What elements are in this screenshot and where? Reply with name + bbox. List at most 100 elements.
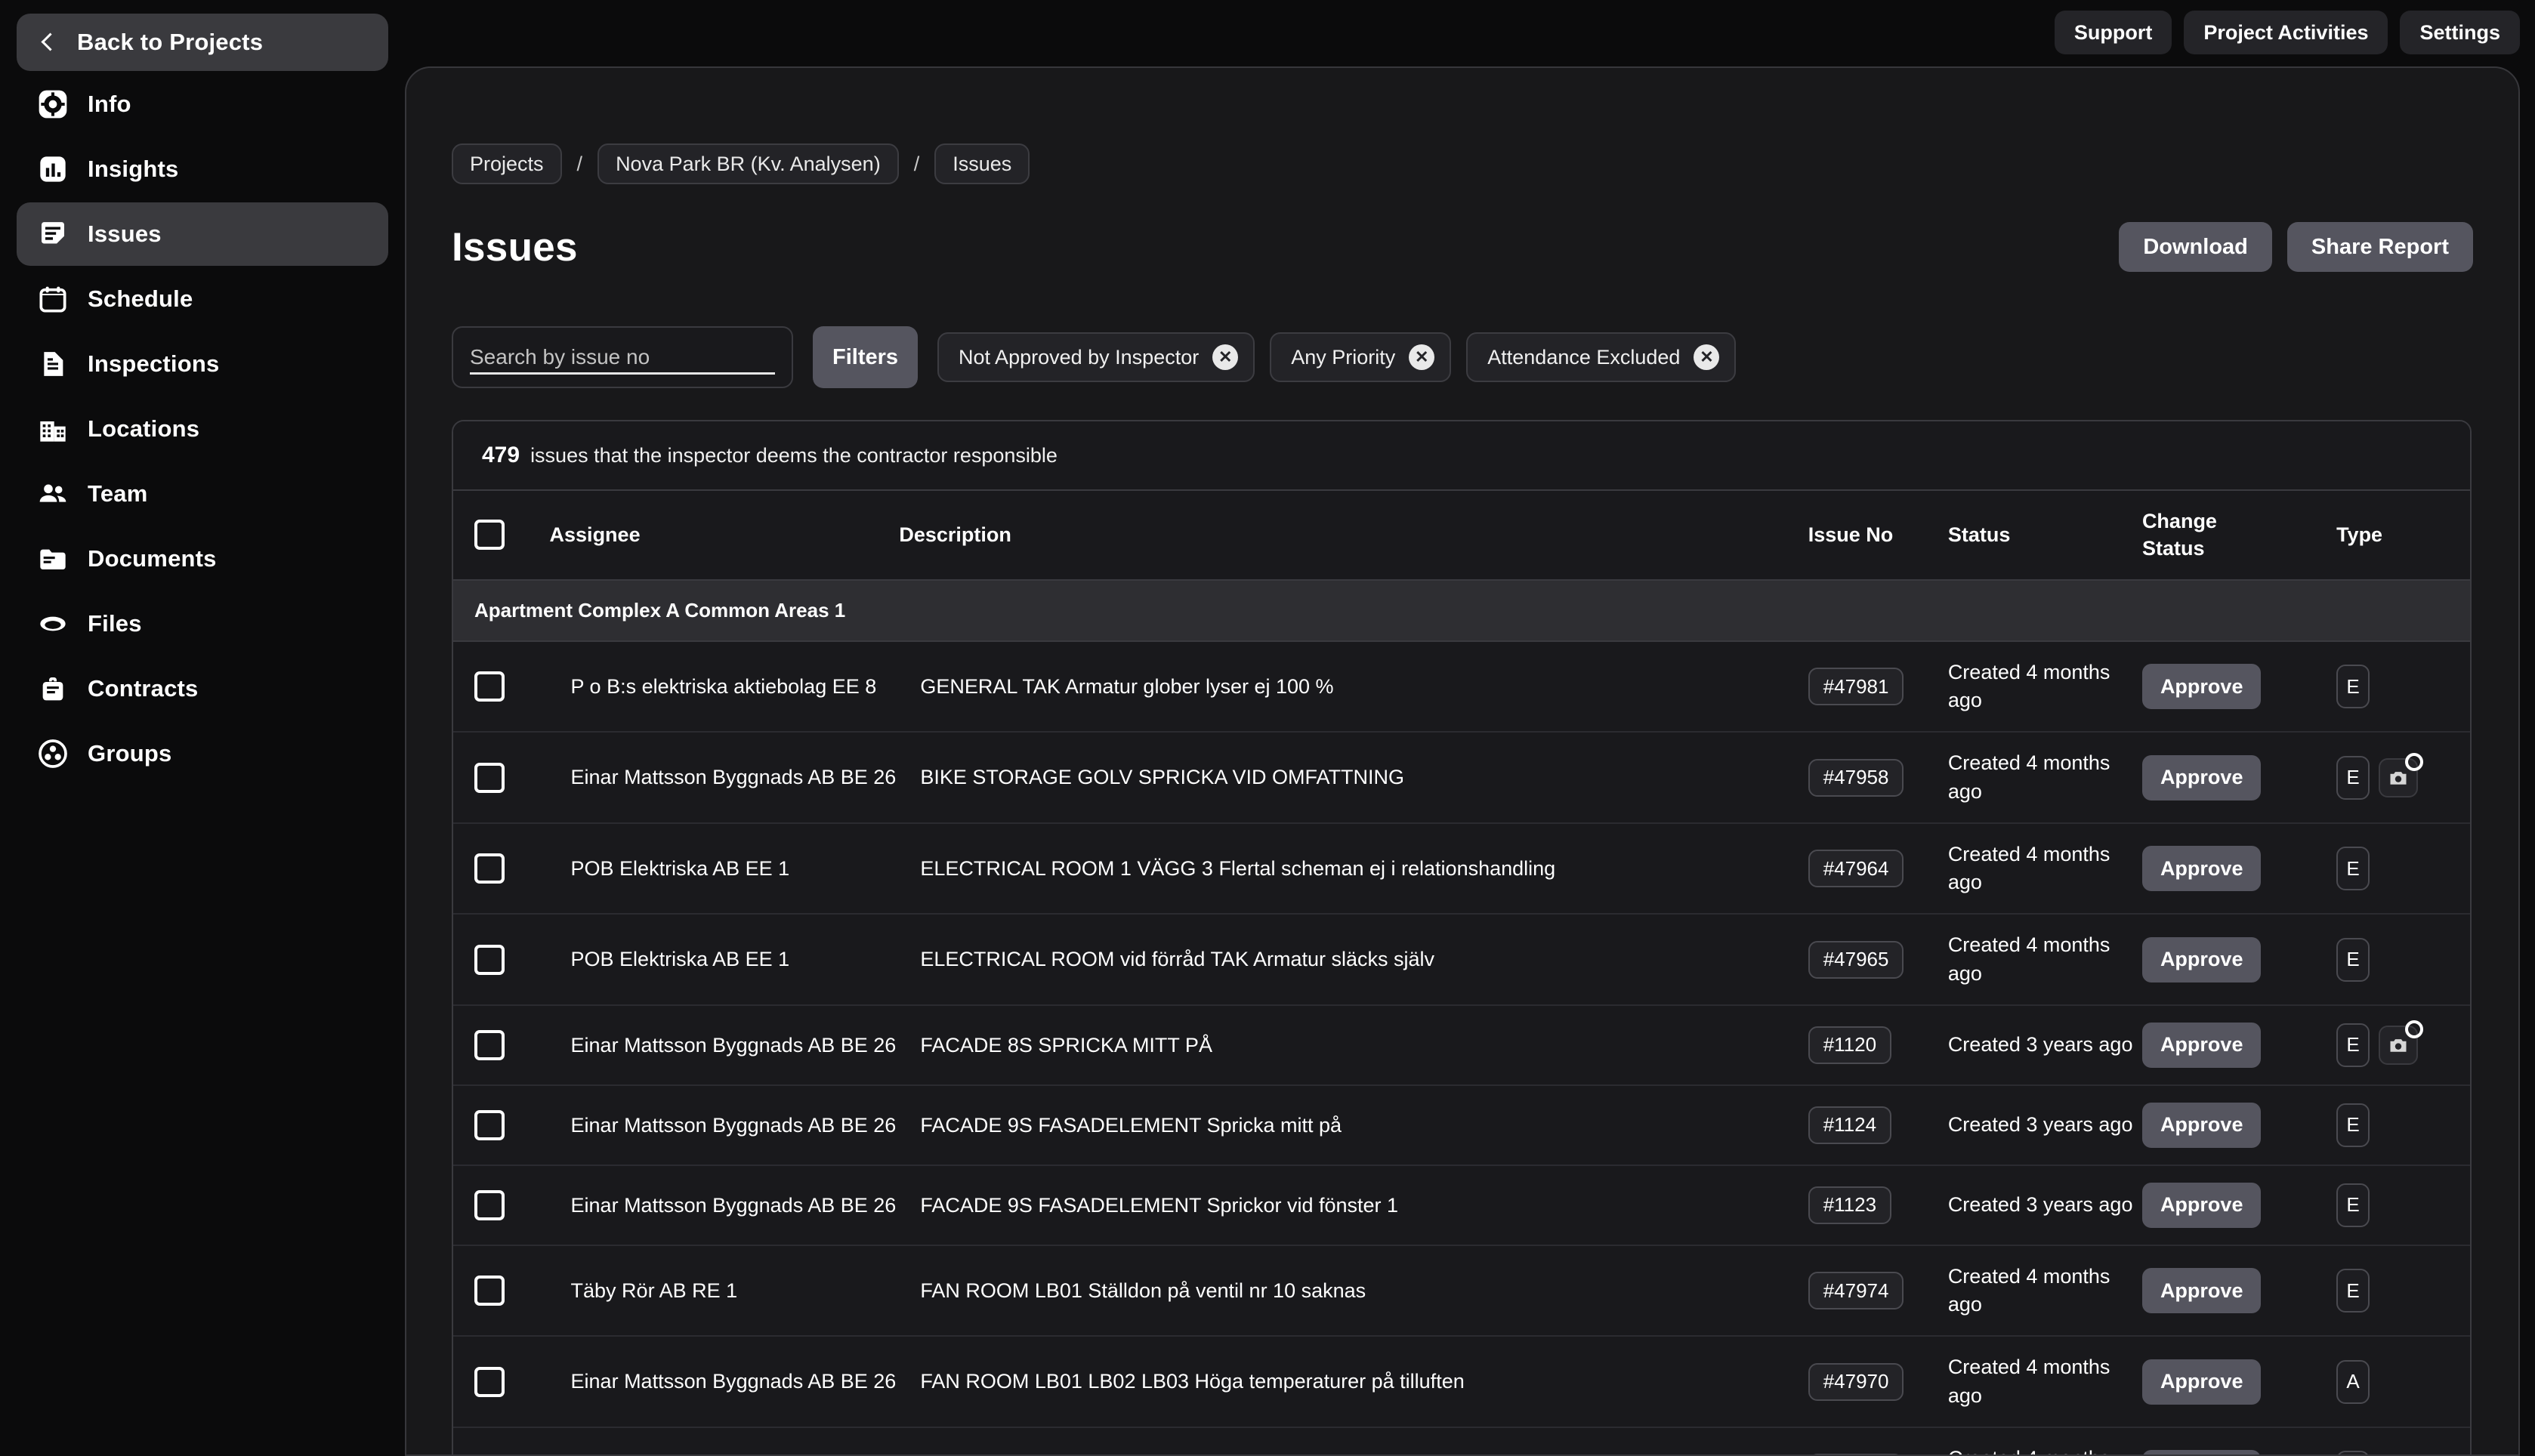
issues-table-card: 479 issues that the inspector deems the … xyxy=(452,420,2472,1456)
status-text: Created 3 years ago xyxy=(1948,1031,2142,1059)
row-checkbox[interactable] xyxy=(474,1110,505,1140)
cell-type: E xyxy=(2336,1245,2470,1337)
row-checkbox[interactable] xyxy=(474,763,505,793)
page-title: Issues xyxy=(452,224,578,270)
download-button[interactable]: Download xyxy=(2119,222,2272,272)
cell-issue-no: #47981 xyxy=(1808,641,1948,733)
settings-button[interactable]: Settings xyxy=(2400,11,2520,54)
row-checkbox[interactable] xyxy=(474,853,505,884)
table-row[interactable]: Einar Mattsson Byggnads AB BE 26FACADE 9… xyxy=(453,1165,2470,1245)
sidebar-item-contracts[interactable]: Contracts xyxy=(17,657,388,720)
share-report-button[interactable]: Share Report xyxy=(2287,222,2473,272)
column-header-issue-no[interactable]: Issue No xyxy=(1808,491,1948,580)
cell-status: Created 4 months ago xyxy=(1948,1245,2142,1337)
column-header-assignee[interactable]: Assignee xyxy=(550,491,900,580)
approve-button[interactable]: Approve xyxy=(2142,755,2262,800)
sidebar-item-insights[interactable]: Insights xyxy=(17,137,388,201)
approve-button[interactable]: Approve xyxy=(2142,846,2262,891)
type-badge: A xyxy=(2336,1360,2370,1404)
description-text: FAN ROOM LB01 Ställdon på ventil nr 10 s… xyxy=(920,1277,1808,1304)
row-checkbox[interactable] xyxy=(474,1367,505,1397)
filter-chip-remove-icon[interactable]: ✕ xyxy=(1409,344,1434,370)
cell-status: Created 4 months ago xyxy=(1948,641,2142,733)
approve-button[interactable]: Approve xyxy=(2142,1103,2262,1148)
group-header-label: Apartment Complex A Common Areas 1 xyxy=(453,580,2470,641)
table-row[interactable]: Einar Mattsson Byggnads AB BE 26FACADE 8… xyxy=(453,1005,2470,1085)
issue-no-badge[interactable]: #47964 xyxy=(1808,850,1904,887)
table-row[interactable]: Einar Mattsson Byggnads AB BE 26FACADE 9… xyxy=(453,1085,2470,1165)
issue-no-badge[interactable]: #1124 xyxy=(1808,1106,1891,1144)
approve-button[interactable]: Approve xyxy=(2142,1268,2262,1313)
camera-icon[interactable] xyxy=(2379,758,2418,797)
back-to-projects-button[interactable]: Back to Projects xyxy=(17,14,388,71)
filters-button[interactable]: Filters xyxy=(813,326,918,388)
cell-status: Created 3 years ago xyxy=(1948,1085,2142,1165)
camera-icon[interactable] xyxy=(2379,1026,2418,1065)
table-row[interactable]: Täby Rör AB RE 1FAN ROOM LB01 Ställdon p… xyxy=(453,1245,2470,1337)
table-row[interactable]: P o B:s elektriska aktiebolag EE 8 GENERA… xyxy=(453,641,2470,733)
filter-chip[interactable]: Not Approved by Inspector✕ xyxy=(937,332,1255,382)
sidebar-item-issues[interactable]: Issues xyxy=(17,202,388,266)
breadcrumb-item-projects[interactable]: Projects xyxy=(452,143,562,184)
table-row[interactable]: Einar Mattsson Byggnads AB BE 26FAN ROOM… xyxy=(453,1336,2470,1427)
cell-change-status: Approve xyxy=(2142,641,2336,733)
type-badge: E xyxy=(2336,1103,2370,1147)
table-body: Apartment Complex A Common Areas 1P o B:… xyxy=(453,580,2470,1456)
sidebar-item-info[interactable]: Info xyxy=(17,72,388,136)
select-all-checkbox[interactable] xyxy=(474,520,505,550)
page-header: Issues Download Share Report xyxy=(406,184,2518,272)
people-icon xyxy=(38,479,68,509)
type-badge: E xyxy=(2336,847,2370,890)
assignee-text: Einar Mattsson Byggnads AB BE 26 xyxy=(571,1031,900,1060)
issue-no-badge[interactable]: #47965 xyxy=(1808,941,1904,979)
cell-assignee: P o B:s elektriska aktiebolag EE 8 xyxy=(550,641,900,733)
table-row[interactable]: POB Elektriska AB EE 1ELECTRICAL ROOM vi… xyxy=(453,914,2470,1005)
issue-no-badge[interactable]: #47970 xyxy=(1808,1363,1904,1401)
breadcrumb-item-project[interactable]: Nova Park BR (Kv. Analysen) xyxy=(597,143,899,184)
approve-button[interactable]: Approve xyxy=(2142,1023,2262,1068)
column-header-status[interactable]: Status xyxy=(1948,491,2142,580)
approve-button[interactable]: Approve xyxy=(2142,937,2262,982)
sidebar-item-groups[interactable]: Groups xyxy=(17,722,388,785)
sidebar-item-locations[interactable]: Locations xyxy=(17,397,388,461)
row-checkbox[interactable] xyxy=(474,1190,505,1220)
cell-description: ELECTRICAL ROOM 1 VÄGG 3 Flertal scheman… xyxy=(899,823,1808,915)
support-button[interactable]: Support xyxy=(2055,11,2172,54)
search-input[interactable] xyxy=(470,345,775,369)
approve-button[interactable]: Approve xyxy=(2142,1359,2262,1405)
issue-no-badge[interactable]: #47958 xyxy=(1808,759,1904,797)
row-checkbox[interactable] xyxy=(474,945,505,975)
filter-chip[interactable]: Attendance Excluded✕ xyxy=(1466,332,1736,382)
column-header-type[interactable]: Type xyxy=(2336,491,2470,580)
sidebar-item-inspections[interactable]: Inspections xyxy=(17,332,388,396)
filter-chip[interactable]: Any Priority✕ xyxy=(1270,332,1451,382)
column-header-description[interactable]: Description xyxy=(899,491,1808,580)
approve-button[interactable]: Approve xyxy=(2142,1183,2262,1228)
column-header-change-status[interactable]: Change Status xyxy=(2142,491,2336,580)
table-row[interactable]: POB Elektriska AB EE 1ELECTRICAL ROOM 1 … xyxy=(453,823,2470,915)
issue-no-badge[interactable]: #1120 xyxy=(1808,1026,1891,1064)
sidebar-item-documents[interactable]: Documents xyxy=(17,527,388,591)
approve-button[interactable]: Approve xyxy=(2142,664,2262,709)
cell-status: Created 3 years ago xyxy=(1948,1165,2142,1245)
sidebar-item-files[interactable]: Files xyxy=(17,592,388,656)
filter-chip-remove-icon[interactable]: ✕ xyxy=(1212,344,1238,370)
description-text: GENERAL TAK Armatur glober lyser ej 100 … xyxy=(920,673,1808,700)
sidebar-item-schedule[interactable]: Schedule xyxy=(17,267,388,331)
row-checkbox[interactable] xyxy=(474,1276,505,1306)
issue-no-badge[interactable]: #1123 xyxy=(1808,1186,1891,1224)
issue-no-badge[interactable]: #47981 xyxy=(1808,668,1904,705)
page-header-actions: Download Share Report xyxy=(2119,222,2473,272)
table-row[interactable]: Einar Mattsson Byggnads AB BE 26BIKE STO… xyxy=(453,732,2470,823)
approve-button[interactable]: Approve xyxy=(2142,1450,2262,1456)
filter-chip-remove-icon[interactable]: ✕ xyxy=(1694,344,1719,370)
row-checkbox[interactable] xyxy=(474,1030,505,1060)
row-checkbox[interactable] xyxy=(474,671,505,702)
project-activities-button[interactable]: Project Activities xyxy=(2184,11,2388,54)
table-row[interactable]: Täby Rör AB RE 1FAN ROOM LB03 MMA gruppv… xyxy=(453,1427,2470,1456)
search-box[interactable] xyxy=(452,326,793,388)
sidebar-nav: InfoInsightsIssuesScheduleInspectionsLoc… xyxy=(17,72,388,785)
issue-no-badge[interactable]: #47974 xyxy=(1808,1272,1904,1309)
sidebar-item-team[interactable]: Team xyxy=(17,462,388,526)
breadcrumb-item-issues[interactable]: Issues xyxy=(934,143,1030,184)
